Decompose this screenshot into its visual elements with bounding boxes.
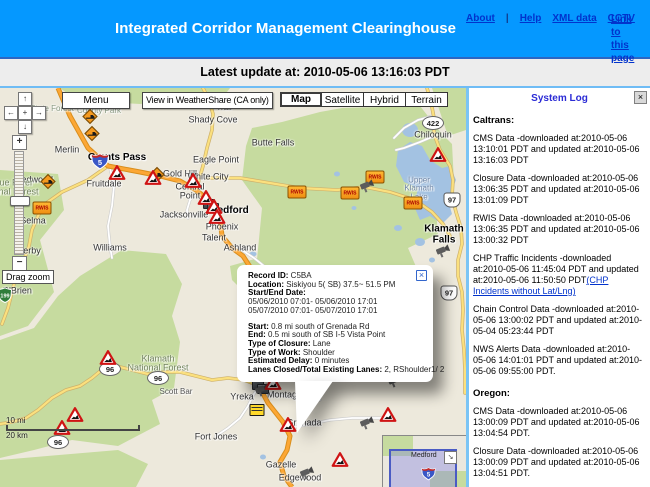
svg-text:199: 199	[0, 293, 9, 299]
map-label: Chiloquin	[414, 130, 452, 139]
incident-popup: × Record ID: C5BALocation: Siskiyou 5( S…	[237, 265, 433, 382]
log-entry: NWS Alerts Data -downloaded at:2010-05-0…	[473, 344, 643, 377]
camera-icon[interactable]	[359, 179, 375, 198]
map-label: Butte Falls	[252, 138, 295, 147]
zoom-in-button[interactable]: +	[12, 135, 27, 150]
nav-link-xml-data[interactable]: XML data	[552, 13, 596, 24]
maptype-hybrid[interactable]: Hybrid	[364, 92, 406, 107]
log-entry: RWIS Data -downloaded at:2010-05-06 13:0…	[473, 213, 643, 246]
log-entry: CMS Data -downloaded at:2010-05-06 13:00…	[473, 406, 643, 439]
camera-icon[interactable]	[435, 244, 451, 263]
popup-line: Lanes Closed/Total Existing Lanes: 2, RS…	[248, 366, 425, 375]
truck-icon[interactable]	[40, 173, 57, 195]
menu-button[interactable]: Menu	[62, 92, 130, 109]
camera-icon[interactable]	[299, 466, 315, 485]
log-entry: Closure Data -downloaded at:2010-05-06 1…	[473, 446, 643, 479]
pan-control: ↑ ← + → ↓	[4, 92, 45, 133]
overview-inset[interactable]: Medford 5 ↘	[382, 435, 466, 487]
nav-link-help[interactable]: Help	[520, 13, 542, 24]
log-title: System Log	[469, 93, 650, 104]
map-label: Merlin	[55, 145, 80, 154]
construction-icon[interactable]	[145, 170, 162, 190]
log-entry: Chain Control Data -downloaded at:2010-0…	[473, 304, 643, 337]
map-label: Klamath Falls	[424, 225, 463, 246]
scale-km: 20 km	[6, 431, 28, 440]
pan-down-button[interactable]: ↓	[18, 120, 32, 134]
page-title: Integrated Corridor Management Clearingh…	[0, 0, 466, 57]
log-sections: Caltrans: CMS Data -downloaded at:2010-05…	[469, 115, 650, 487]
inset-interstate-shield: 5	[421, 466, 436, 484]
pan-left-button[interactable]: ←	[4, 106, 18, 120]
maptype-terrain[interactable]: Terrain	[406, 92, 448, 107]
map-label: Scott Bar	[160, 388, 193, 396]
map-label: Talent	[202, 233, 226, 242]
rwis-icon[interactable]: RWIS	[288, 186, 307, 199]
app-header: Integrated Corridor Management Clearingh…	[0, 0, 650, 59]
truck-icon[interactable]	[84, 125, 101, 147]
log-section-heading: Caltrans:	[473, 115, 643, 126]
construction-icon[interactable]	[430, 147, 447, 167]
maptype-buttons: MapSatelliteHybridTerrain	[280, 92, 448, 107]
update-banner: Latest update at: 2010-05-06 13:16:03 PD…	[0, 59, 650, 86]
map-label: Selma	[20, 216, 46, 225]
construction-icon[interactable]	[380, 407, 397, 427]
map-label: Jacksonville	[160, 210, 209, 219]
link-to-this-page[interactable]: Link to this page	[611, 0, 641, 57]
shield-us: 97	[444, 193, 461, 208]
popup-tail	[289, 381, 339, 435]
map-label: Yreka	[230, 392, 254, 401]
cms-yellow-icon[interactable]	[250, 404, 265, 416]
pan-up-button[interactable]: ↑	[18, 92, 32, 106]
pan-center-button[interactable]: +	[18, 106, 32, 120]
inset-city-label: Medford	[411, 452, 437, 459]
map-label: Gazelle	[266, 460, 297, 469]
header-nav: About|HelpXML dataCCTV	[466, 0, 611, 57]
map-label: Ashland	[224, 243, 257, 252]
log-section-heading: Oregon:	[473, 388, 643, 399]
zoom-slider-handle[interactable]	[10, 196, 30, 206]
svg-text:5: 5	[98, 158, 102, 167]
main-content: MerlinGrants PassRedwoodFruitdaleWilliam…	[0, 86, 650, 487]
rwis-icon[interactable]: RWIS	[404, 197, 423, 210]
drag-zoom-button[interactable]: Drag zoom	[2, 270, 54, 284]
scale-miles: 10 mi	[6, 416, 26, 425]
map-label: Williams	[93, 243, 127, 252]
weathershare-button[interactable]: View in WeatherShare (CA only)	[142, 92, 273, 109]
nav-link-about[interactable]: About	[466, 13, 495, 24]
maptype-satellite[interactable]: Satellite	[322, 92, 364, 107]
construction-icon[interactable]	[109, 165, 126, 185]
construction-icon[interactable]	[209, 209, 226, 229]
system-log-panel: × System Log Caltrans: CMS Data -download…	[469, 88, 650, 487]
rwis-icon[interactable]: RWIS	[341, 187, 360, 200]
construction-icon[interactable]	[100, 350, 117, 370]
popup-close-icon[interactable]: ×	[416, 270, 427, 281]
map-canvas[interactable]: MerlinGrants PassRedwoodFruitdaleWilliam…	[0, 88, 466, 487]
rwis-icon[interactable]: RWIS	[33, 202, 52, 215]
log-entry: Closure Data -downloaded at:2010-05-06 1…	[473, 173, 643, 206]
nav-separator: |	[506, 13, 509, 24]
shield-oval: 422	[422, 116, 444, 130]
log-close-button[interactable]: ×	[634, 91, 647, 104]
shield-us: 97	[441, 286, 458, 301]
map-label: Eagle Point	[193, 155, 239, 164]
log-entry: CHP Traffic Incidents -downloaded at:201…	[473, 253, 643, 297]
popup-body: Record ID: C5BALocation: Siskiyou 5( SB)…	[248, 272, 425, 375]
zoom-out-button[interactable]: −	[12, 256, 27, 271]
log-entry: CMS Data -downloaded at:2010-05-06 13:10…	[473, 133, 643, 166]
scale-bar: 10 mi 20 km	[6, 416, 140, 440]
popup-line: 05/07/2010 07:01- 05/07/2010 17:01	[248, 307, 425, 316]
maptype-map[interactable]: Map	[280, 92, 322, 107]
pan-right-button[interactable]: →	[32, 106, 46, 120]
map-label: Fort Jones	[195, 432, 238, 441]
inset-collapse-icon[interactable]: ↘	[444, 451, 457, 464]
construction-icon[interactable]	[332, 452, 349, 472]
shield-oval: 96	[147, 371, 169, 385]
log-entry-link[interactable]: (CHP Incidents without Lat/Lng)	[473, 275, 608, 296]
shield-interstate: 5	[91, 152, 110, 170]
map-label: Shady Cove	[188, 115, 237, 124]
shield-green: 199	[0, 287, 13, 304]
camera-icon[interactable]	[359, 416, 375, 435]
